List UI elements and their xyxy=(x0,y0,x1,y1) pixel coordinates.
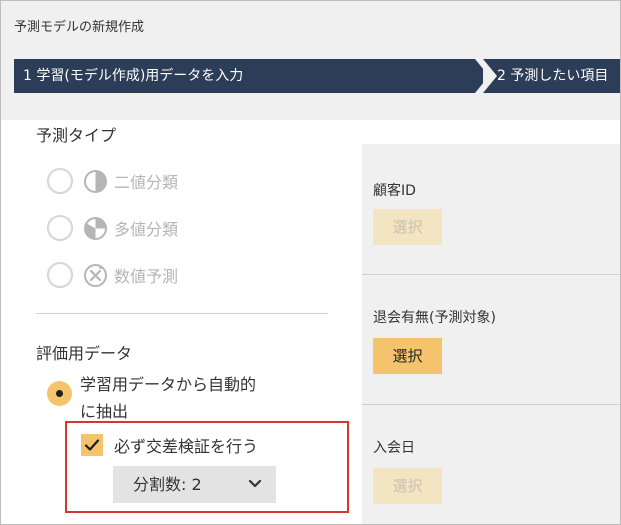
auto-extract-label-line2: に抽出 xyxy=(80,402,129,421)
radio-button[interactable] xyxy=(47,215,73,241)
x-circle-icon xyxy=(84,263,107,287)
option-label: 数値予測 xyxy=(114,267,179,286)
checkmark-icon xyxy=(84,439,100,451)
prediction-type-option-binary[interactable]: 二値分類 xyxy=(47,166,178,196)
cross-validation-label: 必ず交差検証を行う xyxy=(114,437,259,456)
step-progress: 1 学習(モデル作成)用データを入力 2 予測したい項目 xyxy=(14,59,620,93)
window: 予測モデルの新規作成 1 学習(モデル作成)用データを入力 2 予測したい項目 … xyxy=(0,0,621,525)
prediction-type-title: 予測タイプ xyxy=(36,126,117,145)
divider xyxy=(362,274,620,275)
half-circle-icon xyxy=(84,169,107,193)
prediction-type-option-multiclass[interactable]: 多値分類 xyxy=(47,213,178,243)
auto-extract-label-line1: 学習用データから自動的 xyxy=(80,375,257,394)
split-count-value: 分割数: 2 xyxy=(133,475,202,494)
step-1-tab[interactable]: 1 学習(モデル作成)用データを入力 xyxy=(14,59,489,93)
cross-validation-checkbox[interactable] xyxy=(81,434,103,456)
pie-icon xyxy=(84,216,107,240)
divider xyxy=(362,404,620,405)
field-label-customer-id: 顧客ID xyxy=(373,183,416,199)
divider xyxy=(36,313,328,314)
auto-extract-radio[interactable] xyxy=(47,381,72,406)
field-label-join-date: 入会日 xyxy=(373,440,415,456)
option-label: 二値分類 xyxy=(114,173,179,192)
step-2-tab[interactable]: 2 予測したい項目 xyxy=(483,59,620,93)
prediction-type-option-regression[interactable]: 数値予測 xyxy=(47,260,178,290)
select-button-churn[interactable]: 選択 xyxy=(373,338,442,374)
cross-validation-highlight: 必ず交差検証を行う 分割数: 2 xyxy=(65,421,349,513)
column-list-panel: 顧客ID 選択 退会有無(予測対象) 選択 入会日 選択 xyxy=(362,144,620,524)
select-button-customer-id[interactable]: 選択 xyxy=(373,209,442,245)
auto-extract-label: 学習用データから自動的 に抽出 xyxy=(80,371,310,425)
settings-panel: 予測タイプ 二値分類 多値分類 数値予測 評価用データ 学習用データから自動的 … xyxy=(23,120,362,524)
option-label: 多値分類 xyxy=(114,220,179,239)
chevron-down-icon xyxy=(248,479,262,488)
split-count-select[interactable]: 分割数: 2 xyxy=(113,466,276,503)
field-label-churn: 退会有無(予測対象) xyxy=(373,310,496,326)
header: 予測モデルの新規作成 1 学習(モデル作成)用データを入力 2 予測したい項目 xyxy=(1,1,620,120)
radio-button[interactable] xyxy=(47,262,73,288)
evaluation-data-title: 評価用データ xyxy=(36,344,133,363)
radio-button[interactable] xyxy=(47,168,73,194)
page-title: 予測モデルの新規作成 xyxy=(14,20,145,35)
select-button-join-date[interactable]: 選択 xyxy=(373,468,442,504)
